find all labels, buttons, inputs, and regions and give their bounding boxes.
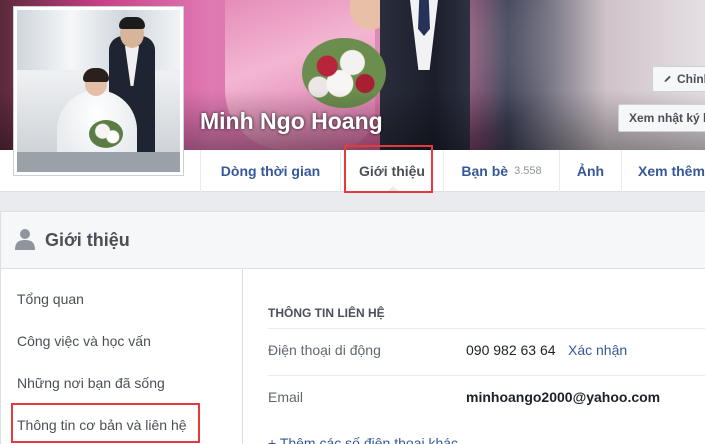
tab-more[interactable]: Xem thêm: [621, 150, 705, 192]
profile-page: Chỉnh Xem nhật ký h Minh Ngo Hoang Dòng …: [0, 0, 705, 444]
edit-cover-button[interactable]: Chỉnh: [652, 66, 705, 92]
contact-info-highlight-box: [11, 403, 200, 443]
divider: [268, 375, 705, 376]
sidebar-item-work-education[interactable]: Công việc và học vấn: [17, 333, 151, 349]
profile-name[interactable]: Minh Ngo Hoang: [200, 108, 383, 135]
about-tab-highlight-box: [344, 145, 433, 193]
tab-photos[interactable]: Ảnh: [559, 150, 621, 192]
divider: [268, 328, 705, 329]
profile-picture[interactable]: [13, 6, 184, 176]
contact-info-panel: THÔNG TIN LIÊN HỆ Điện thoại di động 090…: [268, 269, 705, 444]
tab-friends-label: Bạn bè: [461, 163, 509, 179]
tab-more-label: Xem thêm: [638, 163, 705, 179]
tab-photos-label: Ảnh: [576, 163, 605, 179]
about-title: Giới thiệu: [45, 230, 130, 250]
pencil-icon: [664, 75, 671, 82]
about-header: Giới thiệu: [1, 212, 705, 269]
edit-cover-label: Chỉnh: [677, 72, 705, 86]
verify-phone-link[interactable]: Xác nhận: [568, 342, 627, 358]
view-activity-log-label: Xem nhật ký h: [629, 111, 705, 125]
friends-count: 3.558: [514, 165, 542, 177]
view-activity-log-button[interactable]: Xem nhật ký h: [618, 104, 705, 132]
phone-value: 090 982 63 64: [466, 342, 556, 358]
person-icon: [15, 229, 35, 250]
profile-picture-image: [17, 10, 180, 172]
tab-timeline-label: Dòng thời gian: [220, 163, 321, 179]
contact-section-title: THÔNG TIN LIÊN HỆ: [268, 306, 385, 320]
email-value: minhoango2000@yahoo.com: [466, 389, 661, 405]
add-phone-link[interactable]: + Thêm các số điện thoại khác: [268, 435, 458, 444]
sidebar-item-overview[interactable]: Tổng quan: [17, 291, 84, 307]
email-label: Email: [268, 389, 304, 405]
tab-friends[interactable]: Bạn bè 3.558: [443, 150, 559, 192]
tab-timeline[interactable]: Dòng thời gian: [200, 150, 340, 192]
phone-label: Điện thoại di động: [268, 342, 381, 358]
sidebar-item-places-lived[interactable]: Những nơi bạn đã sống: [17, 375, 165, 391]
